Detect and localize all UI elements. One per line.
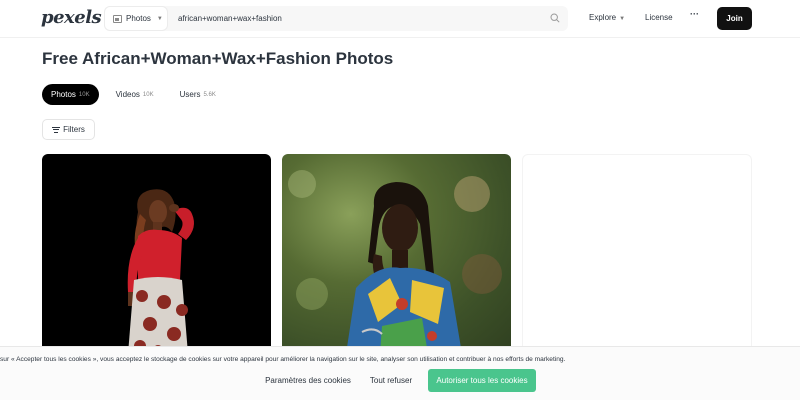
tab-label: Users (179, 90, 201, 99)
refuse-all-button[interactable]: Tout refuser (364, 369, 418, 392)
tab-label: Videos (115, 90, 140, 99)
photo-card-loading[interactable] (522, 154, 752, 354)
filter-icon (52, 126, 61, 133)
image-icon (113, 14, 122, 23)
nav-explore[interactable]: Explore ▼ (589, 13, 625, 22)
tab-count: 5.6K (203, 91, 216, 98)
search-bar: Photos ▼ (104, 6, 568, 31)
nav-explore-label: Explore (589, 13, 617, 22)
tab-users[interactable]: Users 5.6K (171, 84, 225, 105)
cookie-consent-text: sur « Accepter tous les cookies », vous … (0, 356, 566, 363)
tab-count: 10K (78, 91, 90, 98)
photo-card[interactable] (42, 154, 271, 354)
more-menu-icon[interactable]: ··· (690, 9, 699, 19)
top-navbar: pexels Photos ▼ Explore▼ License ··· Joi… (0, 0, 800, 38)
tab-videos[interactable]: Videos 10K (107, 84, 163, 105)
woman-wax-print-photo (288, 170, 502, 354)
filters-button[interactable]: Filters (42, 119, 95, 140)
tab-label: Photos (51, 90, 76, 99)
chevron-down-icon: ▼ (156, 15, 163, 22)
search-type-label: Photos (126, 14, 151, 23)
join-button[interactable]: Join (717, 7, 752, 30)
search-icon[interactable] (550, 13, 560, 23)
photo-card[interactable] (282, 154, 511, 354)
nav-license[interactable]: License (645, 13, 673, 22)
chevron-down-icon: ▼ (619, 16, 626, 22)
search-input[interactable] (178, 6, 538, 31)
pexels-logo[interactable]: pexels (41, 7, 102, 28)
woman-red-top-photo (127, 189, 194, 354)
cookie-banner: sur « Accepter tous les cookies », vous … (0, 346, 800, 400)
accept-all-cookies-button[interactable]: Autoriser tous les cookies (428, 369, 536, 392)
cookie-settings-button[interactable]: Paramètres des cookies (262, 369, 354, 392)
tab-photos[interactable]: Photos 10K (42, 84, 99, 105)
page-title: Free African+Woman+Wax+Fashion Photos (42, 49, 394, 68)
filters-label: Filters (63, 125, 85, 134)
media-tabs: Photos 10K Videos 10K Users 5.6K (42, 84, 233, 105)
search-type-dropdown[interactable]: Photos ▼ (104, 6, 168, 31)
tab-count: 10K (142, 91, 154, 98)
